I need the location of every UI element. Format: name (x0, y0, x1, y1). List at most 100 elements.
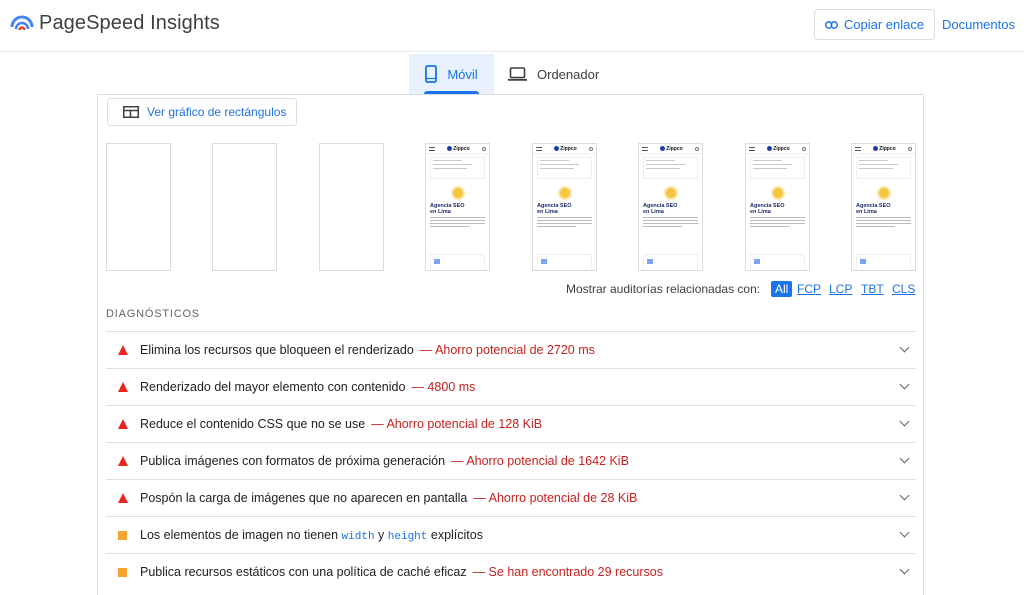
audit-row[interactable]: Los elementos de imagen no tienen width … (106, 516, 916, 553)
award-badge-icon (663, 186, 678, 200)
brand-logo-icon (660, 146, 666, 151)
filter-chip-cls[interactable]: CLS (892, 282, 915, 296)
tab-mobile[interactable]: Móvil (409, 54, 494, 94)
audit-title: Los elementos de imagen no tienen (140, 527, 339, 542)
docs-link[interactable]: Documentos (942, 17, 1015, 32)
audit-row[interactable]: Pospón la carga de imágenes que no apare… (106, 479, 916, 516)
frame-brand: Zippco (879, 145, 896, 152)
fail-triangle-icon (118, 419, 128, 429)
average-square-icon (118, 530, 127, 540)
fail-triangle-icon (118, 382, 128, 392)
filter-chip-lcp[interactable]: LCP (829, 282, 852, 296)
audit-row[interactable]: Publica recursos estáticos con una polít… (106, 553, 916, 590)
card-icon (754, 259, 760, 264)
chevron-down-icon[interactable] (899, 453, 910, 464)
frame-brand: Zippco (560, 145, 577, 152)
chevron-down-icon[interactable] (899, 416, 910, 427)
audit-title-end: explícitos (430, 527, 483, 542)
filmstrip-frame-blank (106, 143, 171, 271)
link-icon (824, 20, 838, 29)
chevron-down-icon[interactable] (899, 379, 910, 390)
audit-savings: — Ahorro potencial de 1642 KiB (451, 454, 629, 468)
chevron-down-icon[interactable] (899, 490, 910, 501)
filmstrip-frame-blank (319, 143, 384, 271)
audit-row[interactable]: Reduce el contenido CSS que no se use — A… (106, 405, 916, 442)
view-treemap-button[interactable]: Ver gráfico de rectángulos (107, 98, 297, 126)
card-icon (647, 259, 653, 264)
frame-brand: Zippco (666, 145, 683, 152)
filmstrip-frame: Zippco Agencia SEO en Lima (745, 143, 810, 271)
copy-link-label: Copiar enlace (843, 17, 925, 32)
app-title[interactable]: PageSpeed Insights (39, 12, 220, 35)
brand-logo-icon (554, 146, 560, 151)
search-icon (694, 146, 699, 151)
chevron-down-icon[interactable] (899, 527, 910, 538)
audit-title: Reduce el contenido CSS que no se use (140, 417, 366, 431)
fail-triangle-icon (118, 345, 128, 355)
treemap-icon (123, 106, 139, 118)
tab-desktop[interactable]: Ordenador (508, 54, 599, 94)
fail-triangle-icon (118, 493, 128, 503)
brand-logo-icon (873, 146, 879, 151)
audit-row[interactable]: Publica imágenes con formatos de próxima… (106, 442, 916, 479)
search-icon (588, 146, 593, 151)
award-badge-icon (770, 186, 785, 200)
diagnostics-heading: DIAGNÓSTICOS (106, 308, 200, 320)
award-badge-icon (876, 186, 891, 200)
audit-title: Publica imágenes con formatos de próxima… (140, 454, 446, 468)
frame-heading: en Lima (537, 209, 558, 215)
filter-chip-fcp[interactable]: FCP (797, 282, 821, 296)
chevron-down-icon[interactable] (899, 564, 910, 575)
audit-savings: — Ahorro potencial de 28 KiB (473, 491, 638, 505)
filmstrip-frame: Zippco Agencia SEO en Lima (532, 143, 597, 271)
award-badge-icon (557, 186, 572, 200)
filmstrip-frame: Zippco Agencia SEO en Lima (851, 143, 916, 271)
frame-brand: Zippco (773, 145, 790, 152)
menu-icon (429, 146, 435, 151)
audit-savings: — 4800 ms (411, 380, 476, 394)
audit-filter-label: Mostrar auditorías relacionadas con: (566, 282, 761, 296)
card-icon (860, 259, 866, 264)
audit-title: Renderizado del mayor elemento con conte… (140, 380, 406, 394)
search-icon (481, 146, 486, 151)
audit-title: Publica recursos estáticos con una polít… (140, 565, 467, 579)
audit-savings: — Ahorro potencial de 2720 ms (419, 343, 595, 357)
audit-row[interactable]: Renderizado del mayor elemento con conte… (106, 368, 916, 405)
laptop-icon (508, 67, 527, 81)
audit-title: Pospón la carga de imágenes que no apare… (140, 491, 468, 505)
menu-icon (642, 146, 648, 151)
audit-row[interactable]: Elimina los recursos que bloqueen el ren… (106, 331, 916, 368)
chevron-down-icon[interactable] (899, 342, 910, 353)
brand-logo-icon (767, 146, 773, 151)
card-icon (434, 259, 440, 264)
frame-heading: en Lima (430, 209, 451, 215)
frame-heading: en Lima (750, 209, 771, 215)
audit-title-conj: y (378, 527, 385, 542)
fail-triangle-icon (118, 456, 128, 466)
code-height: height (387, 530, 428, 543)
filter-chip-all[interactable]: All (771, 281, 793, 297)
copy-link-button[interactable]: Copiar enlace (814, 9, 935, 40)
view-treemap-label: Ver gráfico de rectángulos (147, 105, 287, 119)
top-app-bar: PageSpeed Insights Copiar enlace Documen… (0, 0, 1024, 52)
pagespeed-logo-icon (10, 15, 34, 31)
menu-icon (536, 146, 542, 151)
tab-desktop-label: Ordenador (537, 66, 600, 82)
audit-title: Elimina los recursos que bloqueen el ren… (140, 343, 414, 357)
code-width: width (341, 530, 375, 543)
smartphone-icon (425, 65, 438, 83)
frame-heading: en Lima (856, 209, 877, 215)
audit-savings: — Ahorro potencial de 128 KiB (371, 417, 543, 431)
card-icon (541, 259, 547, 264)
frame-heading: en Lima (643, 209, 664, 215)
filmstrip-frame: Zippco Agencia SEO en Lima (638, 143, 703, 271)
award-badge-icon (450, 186, 465, 200)
filmstrip-frame-blank (212, 143, 277, 271)
search-icon (907, 146, 912, 151)
audit-savings: — Se han encontrado 29 recursos (472, 565, 663, 579)
filter-chip-tbt[interactable]: TBT (861, 282, 884, 296)
filmstrip-frame: Zippco Agencia SEO en Lima (425, 143, 490, 271)
search-icon (801, 146, 806, 151)
average-square-icon (118, 567, 127, 577)
menu-icon (749, 146, 755, 151)
